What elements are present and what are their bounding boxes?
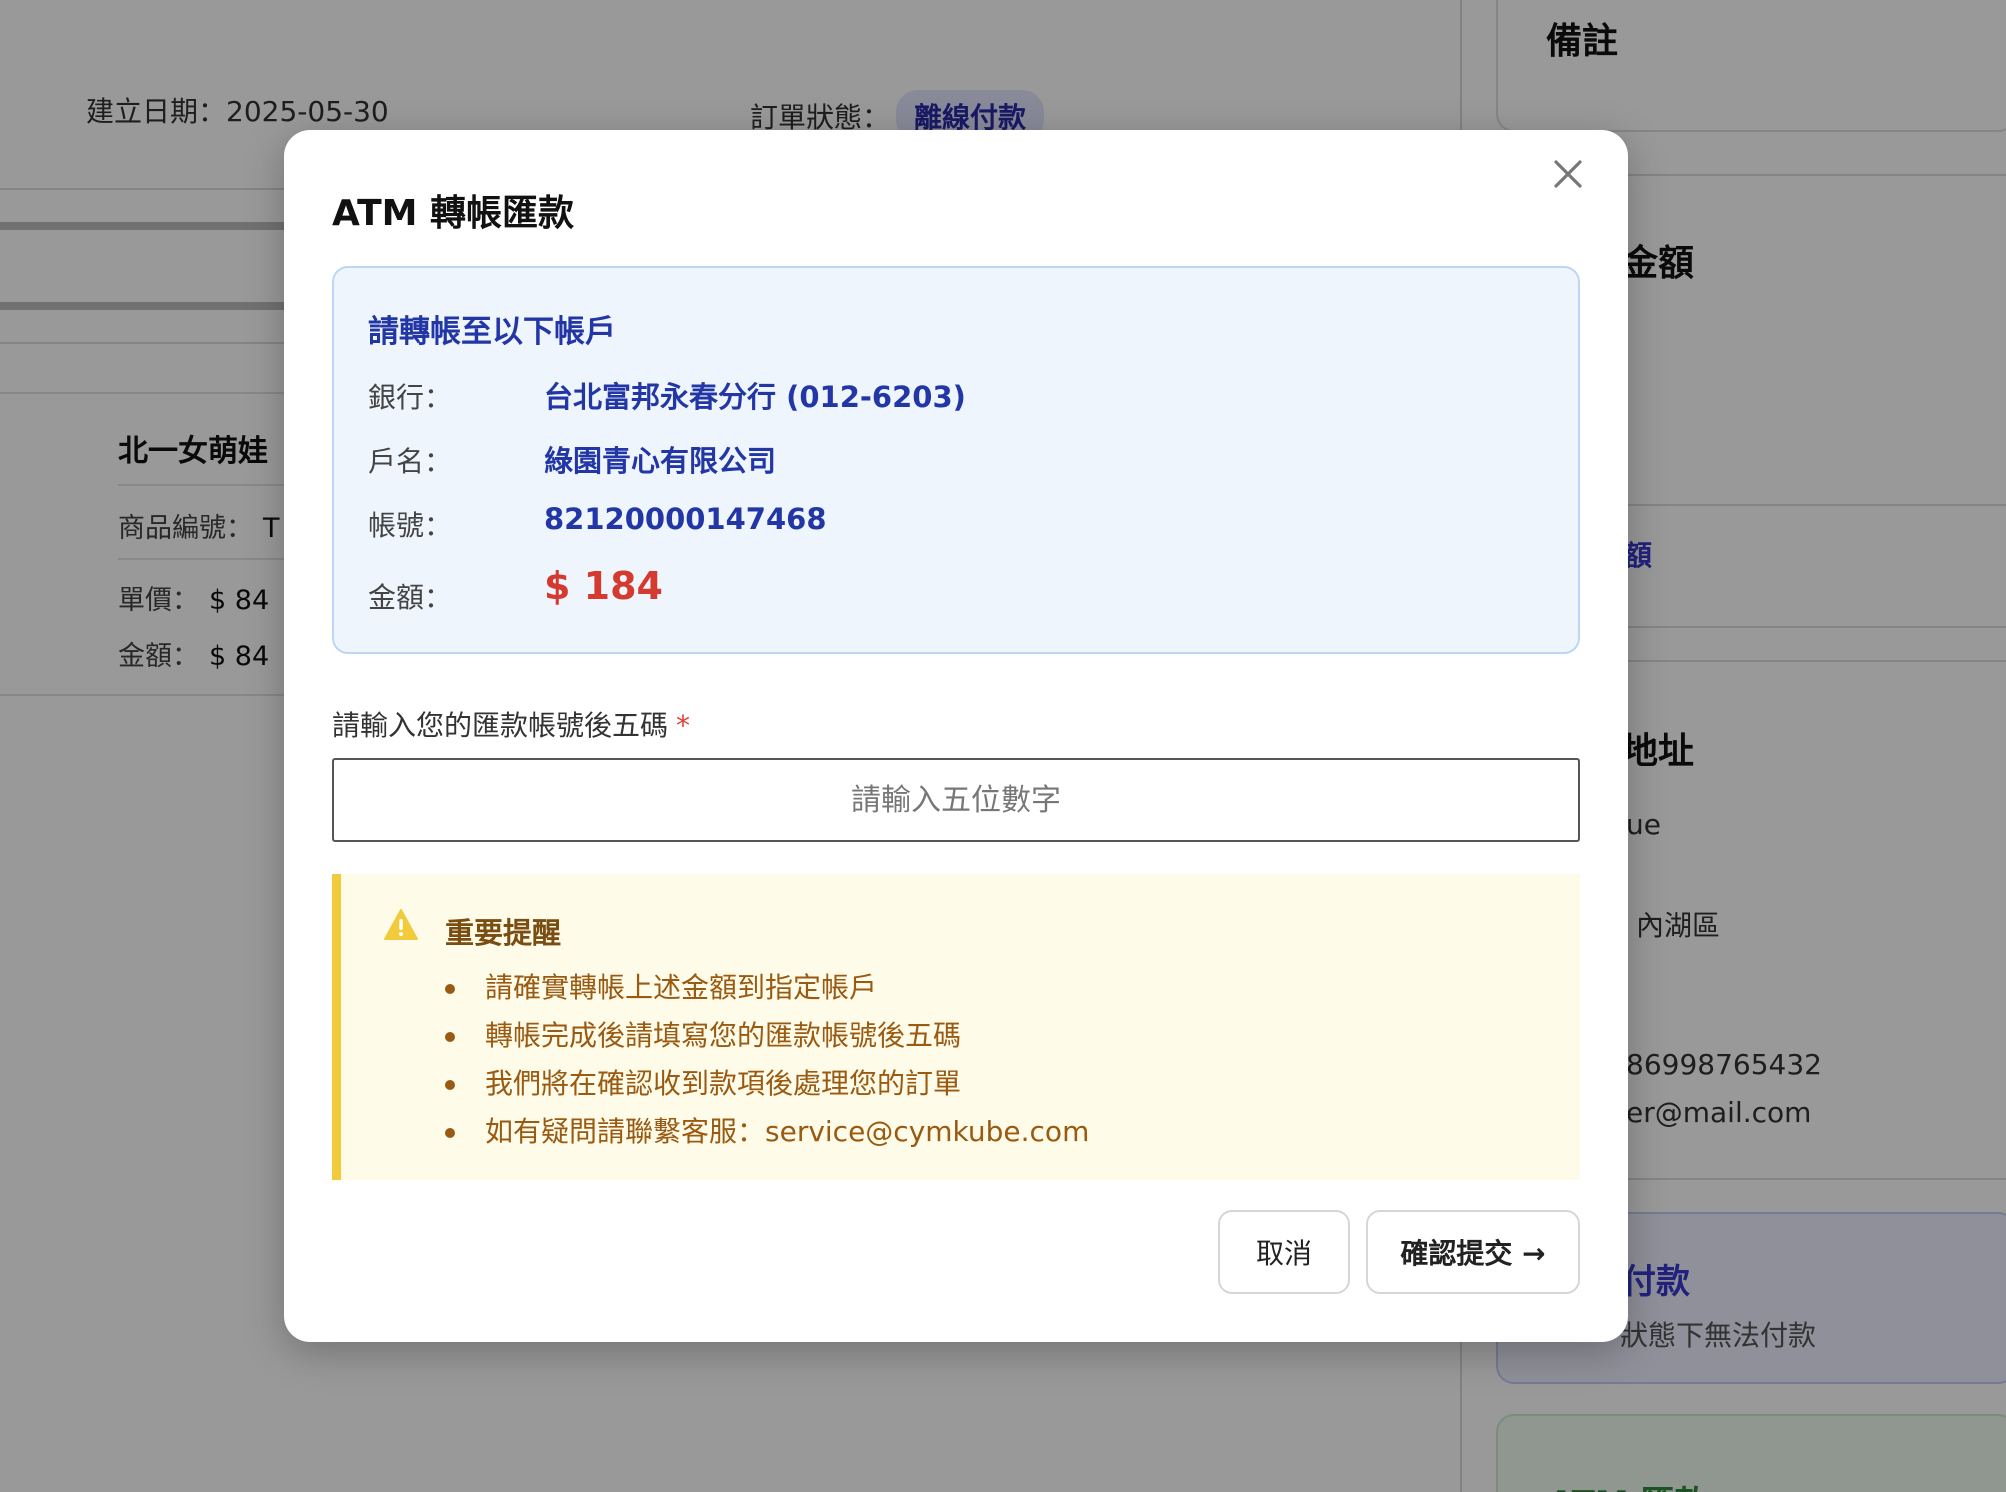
bank-value: 台北富邦永春分行 (012-6203) — [544, 380, 966, 414]
account-digits-label: 請輸入您的匯款帳號後五碼 * — [332, 704, 690, 744]
atm-transfer-modal: ATM 轉帳匯款 請轉帳至以下帳戶 銀行： 台北富邦永春分行 (012-6203… — [284, 130, 1628, 1342]
transfer-amount: $ 184 — [544, 564, 663, 608]
holder-value: 綠園青心有限公司 — [544, 444, 777, 478]
account-label: 帳號： — [368, 509, 453, 542]
account-value: 82120000147468 — [544, 502, 827, 536]
bank-info-heading: 請轉帳至以下帳戶 — [368, 314, 616, 350]
account-row: 帳號： 82120000147468 — [368, 498, 1548, 548]
notice-item: 請確實轉帳上述金額到指定帳戶 — [445, 964, 1089, 1012]
amount-row: 金額： $ 184 — [368, 564, 1548, 620]
notice-list: 請確實轉帳上述金額到指定帳戶 轉帳完成後請填寫您的匯款帳號後五碼 我們將在確認收… — [445, 964, 1089, 1156]
holder-row: 戶名： 綠園青心有限公司 — [368, 434, 1548, 484]
bank-label: 銀行： — [368, 381, 453, 414]
close-icon — [1552, 158, 1584, 194]
required-mark: * — [676, 709, 691, 742]
notice-item: 我們將在確認收到款項後處理您的訂單 — [445, 1060, 1089, 1108]
cancel-button[interactable]: 取消 — [1218, 1210, 1350, 1294]
modal-title: ATM 轉帳匯款 — [332, 193, 574, 234]
close-button[interactable] — [1544, 152, 1592, 200]
important-notice: 重要提醒 請確實轉帳上述金額到指定帳戶 轉帳完成後請填寫您的匯款帳號後五碼 我們… — [332, 874, 1580, 1180]
account-last-five-input[interactable] — [332, 758, 1580, 842]
holder-label: 戶名： — [368, 445, 453, 478]
notice-item: 轉帳完成後請填寫您的匯款帳號後五碼 — [445, 1012, 1089, 1060]
notice-item: 如有疑問請聯繫客服：service@cymkube.com — [445, 1108, 1089, 1156]
warning-icon — [383, 908, 419, 942]
bank-info-box: 請轉帳至以下帳戶 銀行： 台北富邦永春分行 (012-6203) 戶名： 綠園青… — [332, 266, 1580, 654]
amount-label: 金額： — [368, 581, 453, 614]
confirm-submit-button[interactable]: 確認提交 → — [1366, 1210, 1580, 1294]
account-digits-label-text: 請輸入您的匯款帳號後五碼 — [332, 709, 669, 742]
bank-row: 銀行： 台北富邦永春分行 (012-6203) — [368, 370, 1548, 420]
notice-title: 重要提醒 — [445, 916, 562, 950]
